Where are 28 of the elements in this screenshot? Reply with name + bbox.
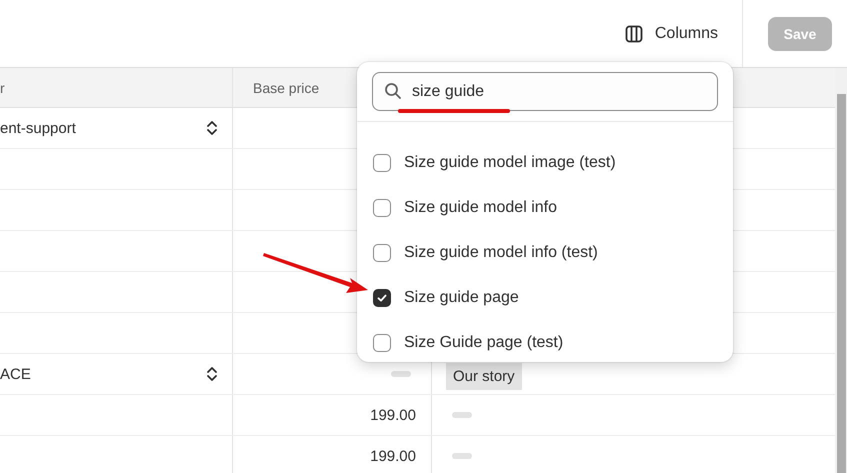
checkbox[interactable] (373, 244, 391, 262)
column-option-label[interactable]: Size guide model info (test) (404, 244, 598, 262)
column-option-label[interactable]: Size guide model image (test) (404, 154, 616, 172)
scrollbar[interactable] (835, 68, 847, 473)
table-cell: 199.00 (370, 448, 416, 464)
empty-value-dash (391, 371, 411, 377)
checkbox[interactable] (373, 334, 391, 352)
columns-button[interactable]: Columns (616, 18, 726, 48)
column-header: Base price (253, 80, 320, 96)
checkbox[interactable] (373, 198, 391, 216)
checkbox[interactable] (373, 288, 391, 306)
column-option-label[interactable]: Size guide page (404, 288, 519, 306)
search-field[interactable]: size guide (372, 72, 718, 111)
select-chevron-icon[interactable] (206, 119, 218, 137)
checkbox[interactable] (373, 154, 391, 172)
column-header: r (0, 80, 5, 96)
column-option-label[interactable]: Size guide model info (404, 198, 557, 216)
columns-icon (624, 24, 643, 42)
search-icon (384, 82, 402, 100)
page-tag: Our story (446, 362, 522, 390)
column-option-label[interactable]: Size Guide page (test) (404, 334, 564, 352)
select-chevron-icon[interactable] (206, 365, 218, 383)
table-cell: ACE (0, 366, 31, 382)
empty-value-dash (452, 453, 472, 459)
table-cell: ent-support (0, 120, 76, 136)
empty-value-dash (452, 412, 472, 418)
table-cell: 199.00 (370, 406, 416, 424)
checkmark-icon (376, 292, 388, 304)
